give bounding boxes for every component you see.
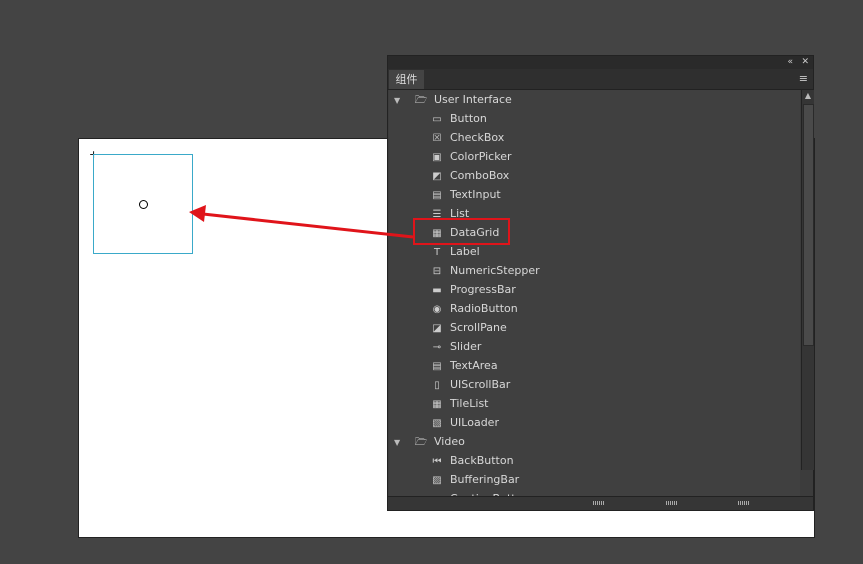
drag-arrow (189, 205, 414, 239)
arrow-line (202, 212, 414, 239)
arrow-head-icon (189, 205, 206, 222)
